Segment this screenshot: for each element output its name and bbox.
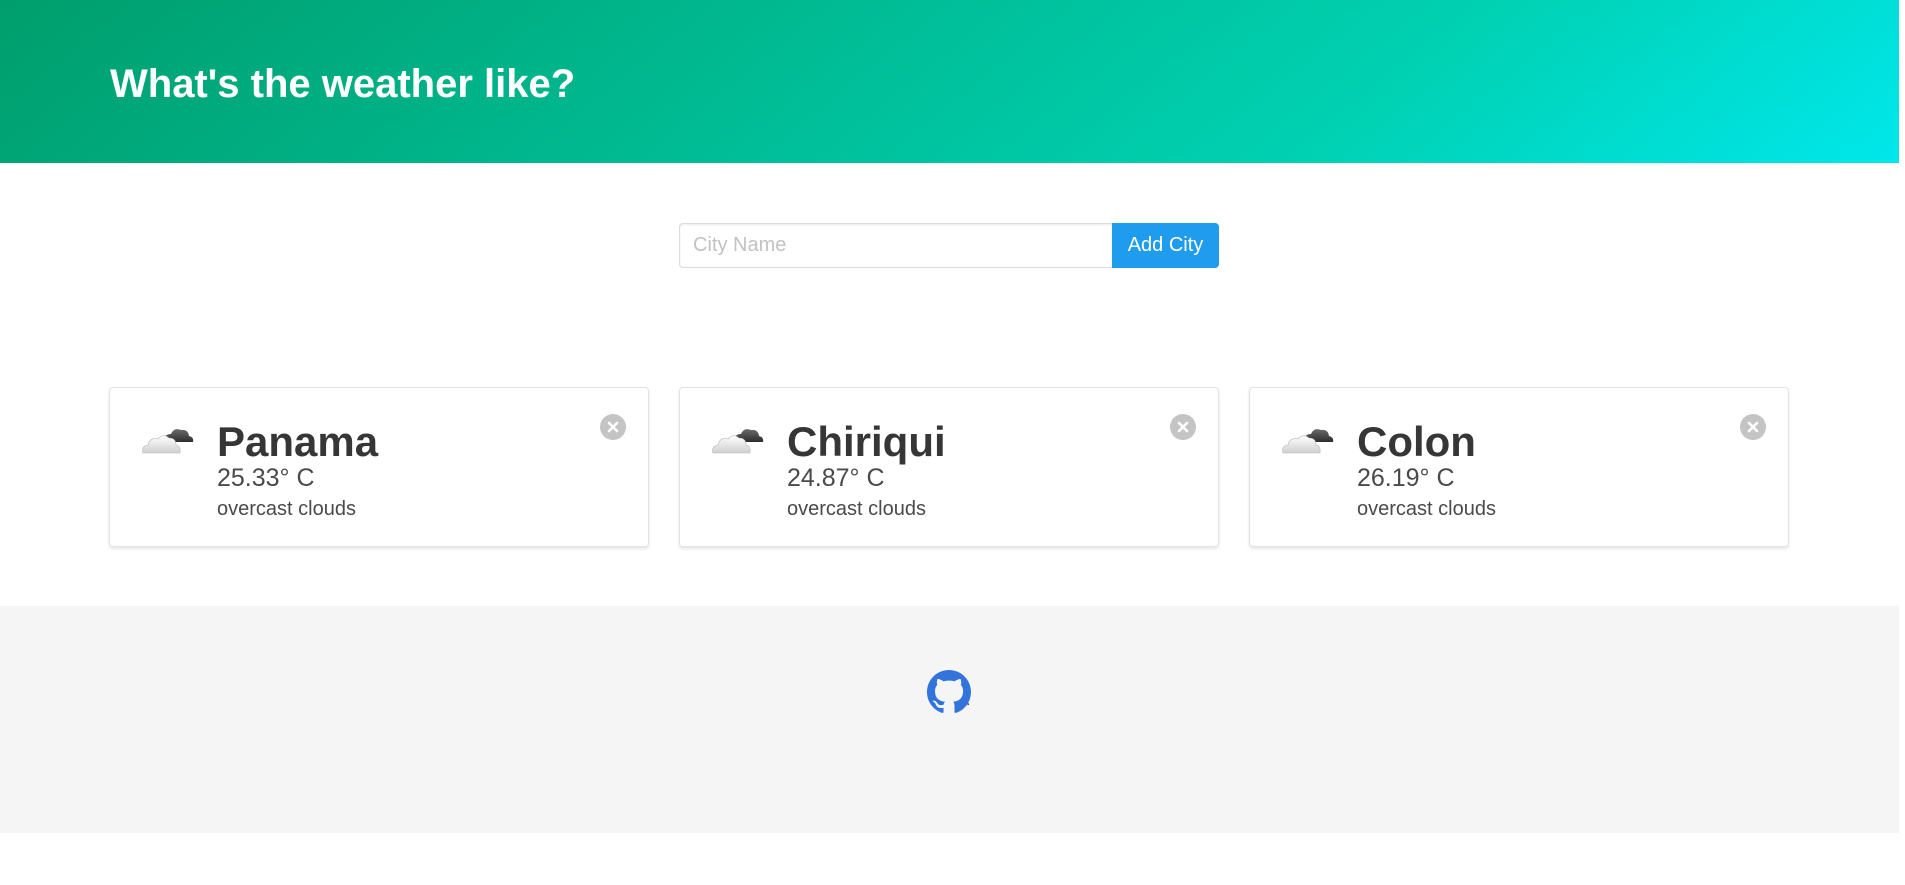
weather-description: overcast clouds [787,498,926,520]
weather-description: overcast clouds [217,498,356,520]
hero-header: What's the weather like? [0,0,1899,163]
overcast-clouds-icon [140,422,194,458]
add-city-form: Add City [679,223,1219,268]
github-link[interactable] [927,670,971,714]
close-icon [607,421,619,433]
overcast-clouds-icon [1280,422,1334,458]
delete-city-button[interactable] [600,414,626,440]
delete-city-button[interactable] [1170,414,1196,440]
delete-city-button[interactable] [1740,414,1766,440]
github-icon [927,670,971,713]
close-icon [1747,421,1759,433]
city-temperature: 26.19° C [1357,464,1455,492]
weather-description: overcast clouds [1357,498,1496,520]
city-card: Chiriqui 24.87° C overcast clouds [679,387,1219,547]
add-city-button[interactable]: Add City [1112,223,1219,268]
footer-text: . [966,692,971,709]
city-card: Colon 26.19° C overcast clouds [1249,387,1789,547]
overcast-clouds-icon [710,422,764,458]
city-temperature: 24.87° C [787,464,885,492]
footer: . [0,606,1899,833]
city-card: Panama 25.33° C overcast clouds [109,387,649,547]
city-name-input[interactable] [679,223,1112,268]
city-temperature: 25.33° C [217,464,315,492]
page-title: What's the weather like? [110,62,576,106]
close-icon [1177,421,1189,433]
scrollbar[interactable] [1899,0,1905,885]
